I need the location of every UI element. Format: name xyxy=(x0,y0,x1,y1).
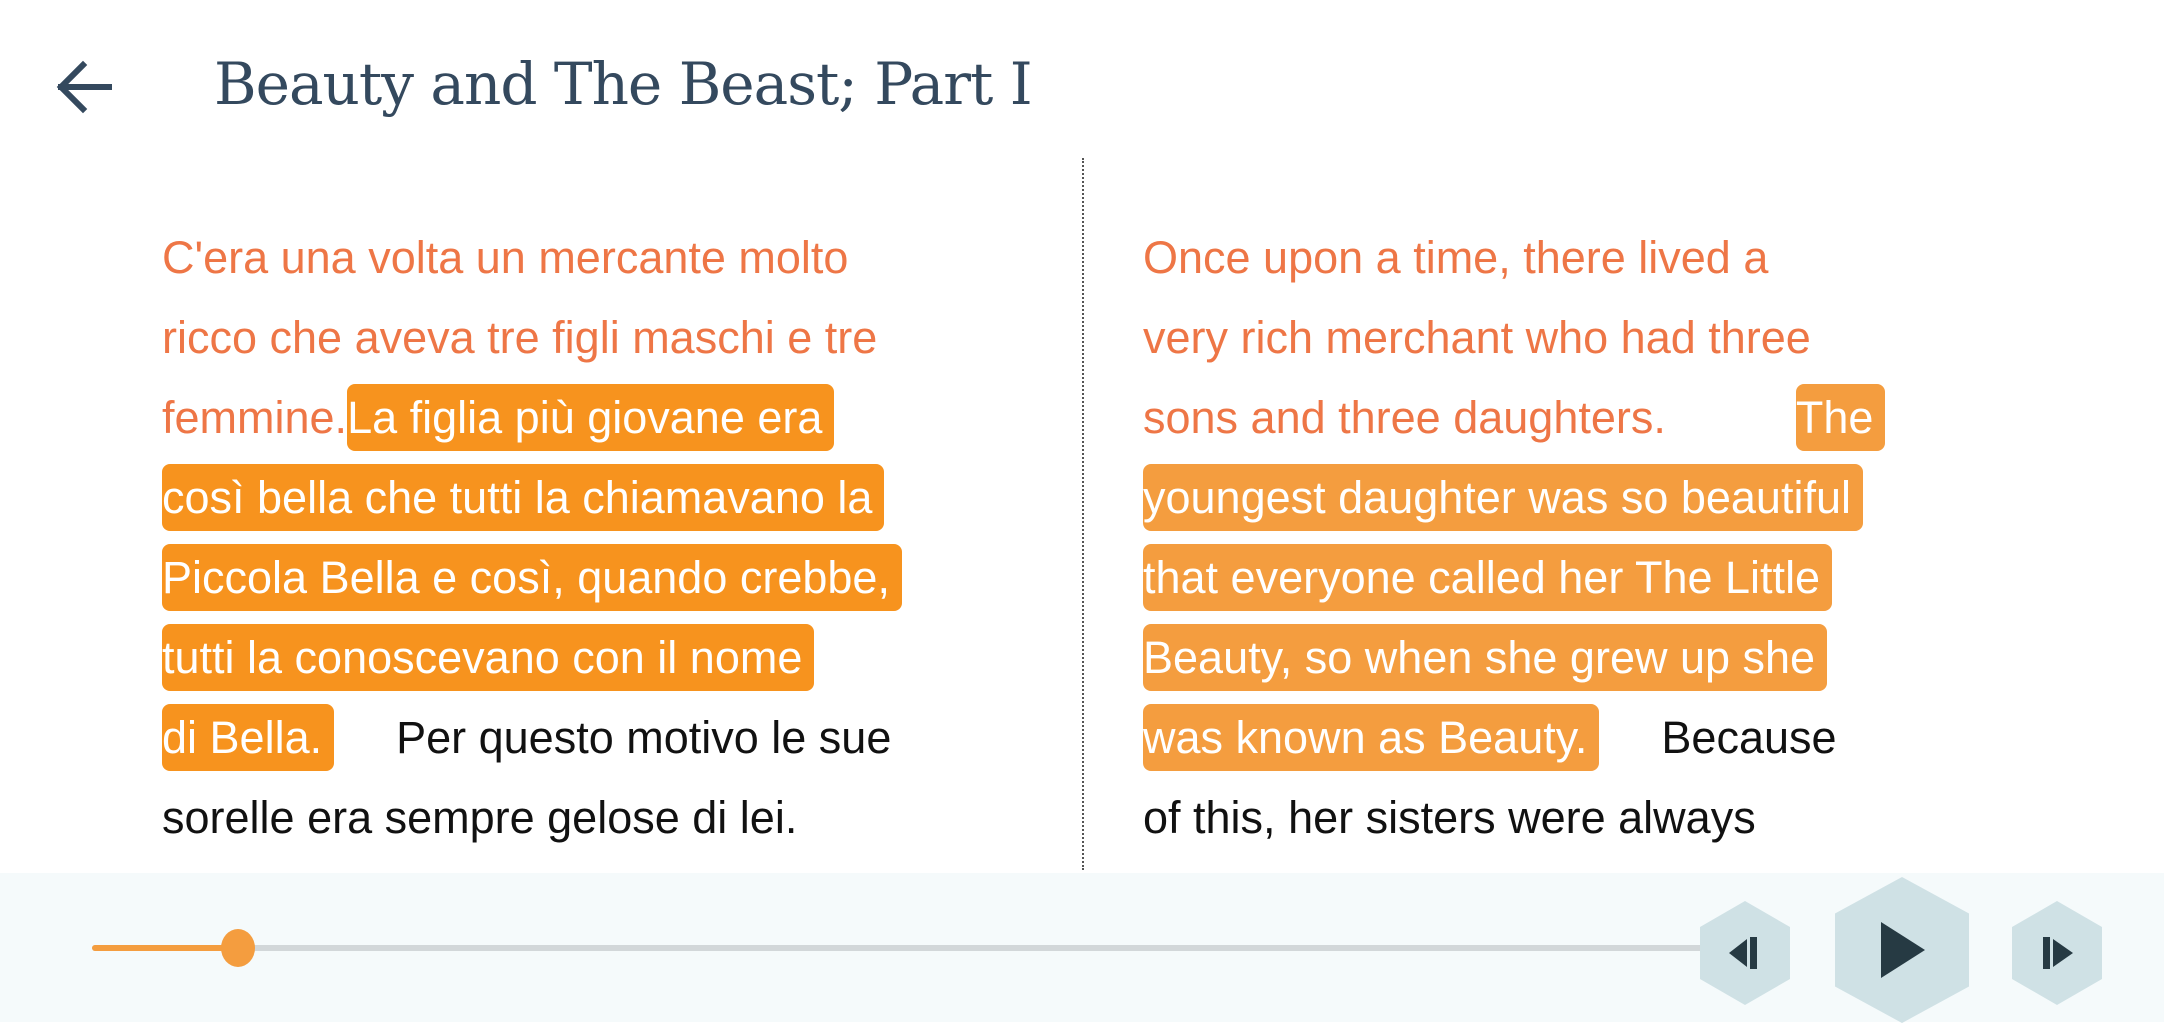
text-line: youngest daughter was so beautiful xyxy=(1143,458,1983,538)
read-sentence[interactable]: C'era una volta un mercante molto xyxy=(162,232,848,283)
current-sentence-highlight[interactable]: The xyxy=(1795,384,1886,451)
skip-next-icon xyxy=(2043,937,2073,969)
column-divider xyxy=(1082,158,1084,870)
current-sentence-highlight[interactable]: youngest daughter was so beautiful xyxy=(1143,464,1863,531)
current-sentence-highlight[interactable]: così bella che tutti la chiamavano la xyxy=(162,464,885,531)
current-sentence-highlight[interactable]: was known as Beauty. xyxy=(1143,704,1600,771)
text-line: tutti la conoscevano con il nome xyxy=(162,618,992,698)
upcoming-sentence[interactable]: Per questo motivo le sue xyxy=(396,712,891,763)
upcoming-sentence[interactable]: sorelle era sempre gelose di lei. xyxy=(162,792,797,843)
progress-fill xyxy=(92,945,238,951)
read-sentence[interactable]: sons and three daughters. xyxy=(1143,392,1666,443)
text-line: C'era una volta un mercante molto xyxy=(162,218,992,298)
upcoming-sentence[interactable]: Because xyxy=(1661,712,1836,763)
current-sentence-highlight[interactable]: that everyone called her The Little xyxy=(1143,544,1833,611)
english-text-column: Once upon a time, there lived a very rich… xyxy=(1143,218,1983,858)
italian-text-column: C'era una volta un mercante molto ricco c… xyxy=(162,218,992,858)
current-sentence-highlight[interactable]: di Bella. xyxy=(162,704,335,771)
header: Beauty and The Beast; Part I xyxy=(0,0,2164,160)
page-title: Beauty and The Beast; Part I xyxy=(214,50,1033,118)
text-line: Once upon a time, there lived a xyxy=(1143,218,1983,298)
progress-slider[interactable] xyxy=(92,929,1712,967)
text-line: così bella che tutti la chiamavano la xyxy=(162,458,992,538)
next-sentence-button[interactable] xyxy=(2012,901,2102,1005)
text-line: very rich merchant who had three xyxy=(1143,298,1983,378)
read-sentence[interactable]: Once upon a time, there lived a xyxy=(1143,232,1768,283)
read-sentence[interactable]: femmine. xyxy=(162,392,347,443)
play-icon xyxy=(1881,922,1925,978)
audio-player xyxy=(0,873,2164,1023)
text-line: sons and three daughters. The xyxy=(1143,378,1983,458)
skip-previous-icon xyxy=(1729,937,1757,969)
current-sentence-highlight[interactable]: La figlia più giovane era xyxy=(347,384,835,451)
arrow-left-icon xyxy=(56,60,112,114)
text-line: di Bella. Per questo motivo le sue xyxy=(162,698,992,778)
current-sentence-highlight[interactable]: Beauty, so when she grew up she xyxy=(1143,624,1828,691)
text-line: Beauty, so when she grew up she xyxy=(1143,618,1983,698)
text-line: that everyone called her The Little xyxy=(1143,538,1983,618)
read-sentence[interactable]: very rich merchant who had three xyxy=(1143,312,1811,363)
previous-sentence-button[interactable] xyxy=(1700,901,1790,1005)
progress-thumb[interactable] xyxy=(220,929,255,967)
text-line: was known as Beauty. Because xyxy=(1143,698,1983,778)
upcoming-sentence[interactable]: of this, her sisters were always xyxy=(1143,792,1756,843)
back-button[interactable] xyxy=(48,52,118,122)
current-sentence-highlight[interactable]: tutti la conoscevano con il nome xyxy=(162,624,815,691)
text-line: of this, her sisters were always xyxy=(1143,778,1983,858)
current-sentence-highlight[interactable]: Piccola Bella e così, quando crebbe, xyxy=(162,544,902,611)
read-sentence[interactable]: ricco che aveva tre figli maschi e tre xyxy=(162,312,877,363)
text-line: ricco che aveva tre figli maschi e tre xyxy=(162,298,992,378)
text-line: sorelle era sempre gelose di lei. xyxy=(162,778,992,858)
play-button[interactable] xyxy=(1835,877,1969,1023)
text-line: Piccola Bella e così, quando crebbe, xyxy=(162,538,992,618)
text-line: femmine.La figlia più giovane era xyxy=(162,378,992,458)
